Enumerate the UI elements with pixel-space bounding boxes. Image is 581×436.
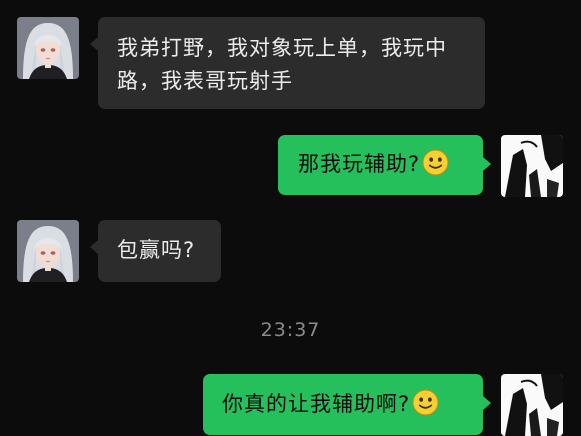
avatar[interactable] [17, 17, 79, 79]
chat-area[interactable]: 我弟打野，我对象玩上单，我玩中路，我表哥玩射手 那我玩辅助? 包赢吗? 23:3… [0, 0, 581, 436]
message-text: 我弟打野，我对象玩上单，我玩中路，我表哥玩射手 [117, 36, 447, 93]
message-text: 那我玩辅助? [298, 152, 421, 176]
incoming-message-bubble[interactable]: 包赢吗? [90, 220, 221, 282]
message-text: 包赢吗? [117, 238, 196, 262]
avatar[interactable] [501, 135, 563, 197]
outgoing-message-bubble[interactable]: 你真的让我辅助啊? [203, 374, 491, 435]
ink-sketch-avatar-icon [501, 374, 563, 436]
girl-avatar-icon [17, 17, 79, 79]
message-text: 你真的让我辅助啊? [222, 392, 411, 416]
outgoing-message-bubble[interactable]: 那我玩辅助? [278, 135, 491, 195]
avatar[interactable] [17, 220, 79, 282]
avatar[interactable] [501, 374, 563, 436]
incoming-message-bubble[interactable]: 我弟打野，我对象玩上单，我玩中路，我表哥玩射手 [90, 17, 485, 109]
smiling-face-icon [412, 389, 439, 426]
ink-sketch-avatar-icon [501, 135, 563, 197]
girl-avatar-icon [17, 220, 79, 282]
message-timestamp: 23:37 [260, 319, 321, 341]
smiling-face-icon [422, 149, 449, 186]
